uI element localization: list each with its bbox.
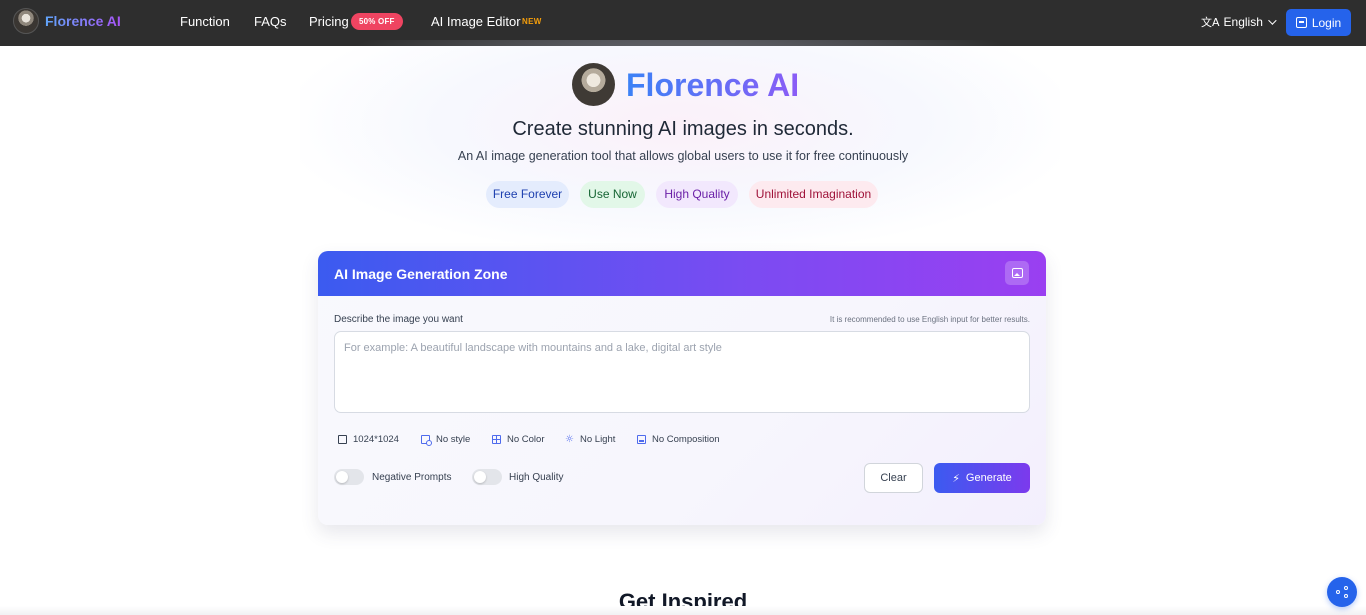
- language-selector[interactable]: 文A English: [1201, 14, 1277, 30]
- generate-label: Generate: [965, 472, 1012, 484]
- login-button[interactable]: Login: [1286, 9, 1351, 36]
- negative-prompts-toggle[interactable]: [334, 469, 364, 485]
- size-option-label: 1024*1024: [353, 434, 399, 445]
- image-gallery-button[interactable]: [1005, 261, 1029, 285]
- nav-link-pricing[interactable]: Pricing: [309, 14, 349, 29]
- palette-icon: [421, 435, 432, 446]
- nav-link-ai-image-editor[interactable]: AI Image Editor: [431, 14, 521, 29]
- nav-brand-name: Florence AI: [45, 13, 121, 29]
- grid-icon: [492, 435, 501, 444]
- negative-prompts-label: Negative Prompts: [372, 472, 452, 483]
- composition-option-label: No Composition: [652, 434, 720, 445]
- nav-link-faqs[interactable]: FAQs: [254, 14, 287, 29]
- login-label: Login: [1311, 15, 1342, 30]
- login-icon: [1295, 17, 1307, 28]
- lightning-icon: ⚡: [952, 471, 960, 485]
- share-icon: [1336, 586, 1348, 598]
- chevron-down-icon: [1268, 16, 1277, 25]
- hero-subtitle: Create stunning AI images in seconds.: [512, 118, 854, 140]
- chip-high-quality: High Quality: [656, 181, 738, 208]
- card-header: AI Image Generation Zone: [318, 251, 1046, 296]
- new-badge: NEW: [522, 17, 542, 26]
- clear-label: Clear: [880, 472, 907, 484]
- language-label: English: [1223, 15, 1263, 29]
- clear-button[interactable]: Clear: [864, 463, 923, 493]
- avatar: [13, 8, 39, 34]
- sun-icon: ☼: [565, 434, 574, 445]
- card-title: AI Image Generation Zone: [334, 266, 508, 282]
- style-option-label: No style: [436, 434, 471, 445]
- prompt-label: Describe the image you want: [334, 314, 463, 325]
- image-generation-card: AI Image Generation Zone Describe the im…: [318, 251, 1046, 525]
- size-option[interactable]: 1024*1024: [338, 434, 399, 445]
- translate-icon: 文A: [1201, 16, 1220, 29]
- prompt-input[interactable]: [334, 331, 1030, 413]
- chip-unlimited-imagination: Unlimited Imagination: [749, 181, 878, 208]
- high-quality-label: High Quality: [509, 472, 564, 483]
- image-icon: [1011, 268, 1023, 278]
- color-option[interactable]: No Color: [492, 434, 545, 445]
- hero-avatar: [572, 63, 615, 106]
- light-option-label: No Light: [580, 434, 616, 445]
- composition-option[interactable]: No Composition: [637, 434, 720, 445]
- composition-icon: [637, 435, 646, 444]
- light-option[interactable]: ☼ No Light: [565, 434, 615, 445]
- generate-button[interactable]: ⚡ Generate: [934, 463, 1030, 493]
- style-option[interactable]: No style: [421, 434, 471, 446]
- hero-title: Florence AI: [626, 66, 800, 103]
- share-button[interactable]: [1327, 577, 1357, 607]
- pricing-discount-badge: 50% OFF: [351, 13, 403, 30]
- hero-description: An AI image generation tool that allows …: [457, 149, 909, 163]
- hero-logo: Florence AI: [572, 63, 799, 106]
- nav-logo[interactable]: Florence AI: [13, 8, 121, 34]
- square-icon: [338, 435, 347, 444]
- high-quality-toggle[interactable]: [472, 469, 502, 485]
- color-option-label: No Color: [507, 434, 545, 445]
- nav-link-function[interactable]: Function: [180, 14, 230, 29]
- chip-use-now: Use Now: [580, 181, 645, 208]
- bottom-fade: [0, 606, 1366, 615]
- chip-free-forever: Free Forever: [486, 181, 569, 208]
- prompt-hint: It is recommended to use English input f…: [829, 315, 1030, 324]
